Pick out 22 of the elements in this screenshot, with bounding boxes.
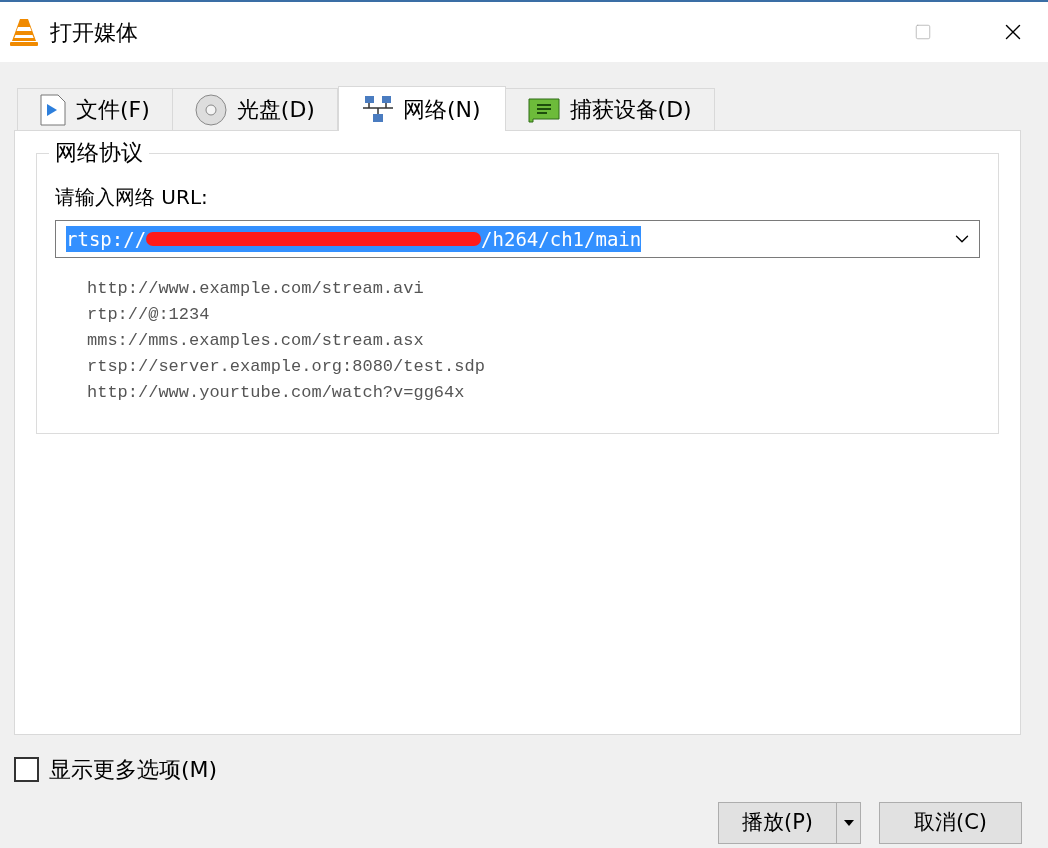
checkbox[interactable] <box>14 757 39 782</box>
tab[interactable]: 文件(F) <box>17 88 173 130</box>
example-url: rtp://@:1234 <box>87 304 211 326</box>
url-label: 请输入网络 URL: <box>55 184 209 210</box>
disc-icon <box>194 93 227 126</box>
tab[interactable]: 网络(N) <box>337 86 506 131</box>
tab[interactable]: 光盘(D) <box>171 88 338 130</box>
example-url: http://www.example.com/stream.avi <box>87 278 425 300</box>
network-icon <box>362 94 393 124</box>
maximize-icon <box>914 23 932 41</box>
example-url: rtsp://server.example.org:8080/test.sdp <box>87 356 486 378</box>
window-title: 打开媒体 <box>50 18 138 47</box>
capture-card-icon <box>527 96 560 123</box>
example-url: mms://mms.examples.com/stream.asx <box>87 330 425 352</box>
document-play-icon <box>40 93 66 126</box>
dialog-button[interactable]: 取消(C) <box>879 802 1022 844</box>
traffic-cone-icon <box>10 17 38 47</box>
tab[interactable]: 捕获设备(D) <box>504 88 715 130</box>
example-url: http://www.yourtube.com/watch?v=gg64x <box>87 382 466 404</box>
checkbox-label[interactable]: 显示更多选项(M) <box>49 753 218 786</box>
dialog-button[interactable]: 播放(P) <box>718 802 861 844</box>
url-value: rtsp:// /h264/ch1/main <box>66 226 642 252</box>
